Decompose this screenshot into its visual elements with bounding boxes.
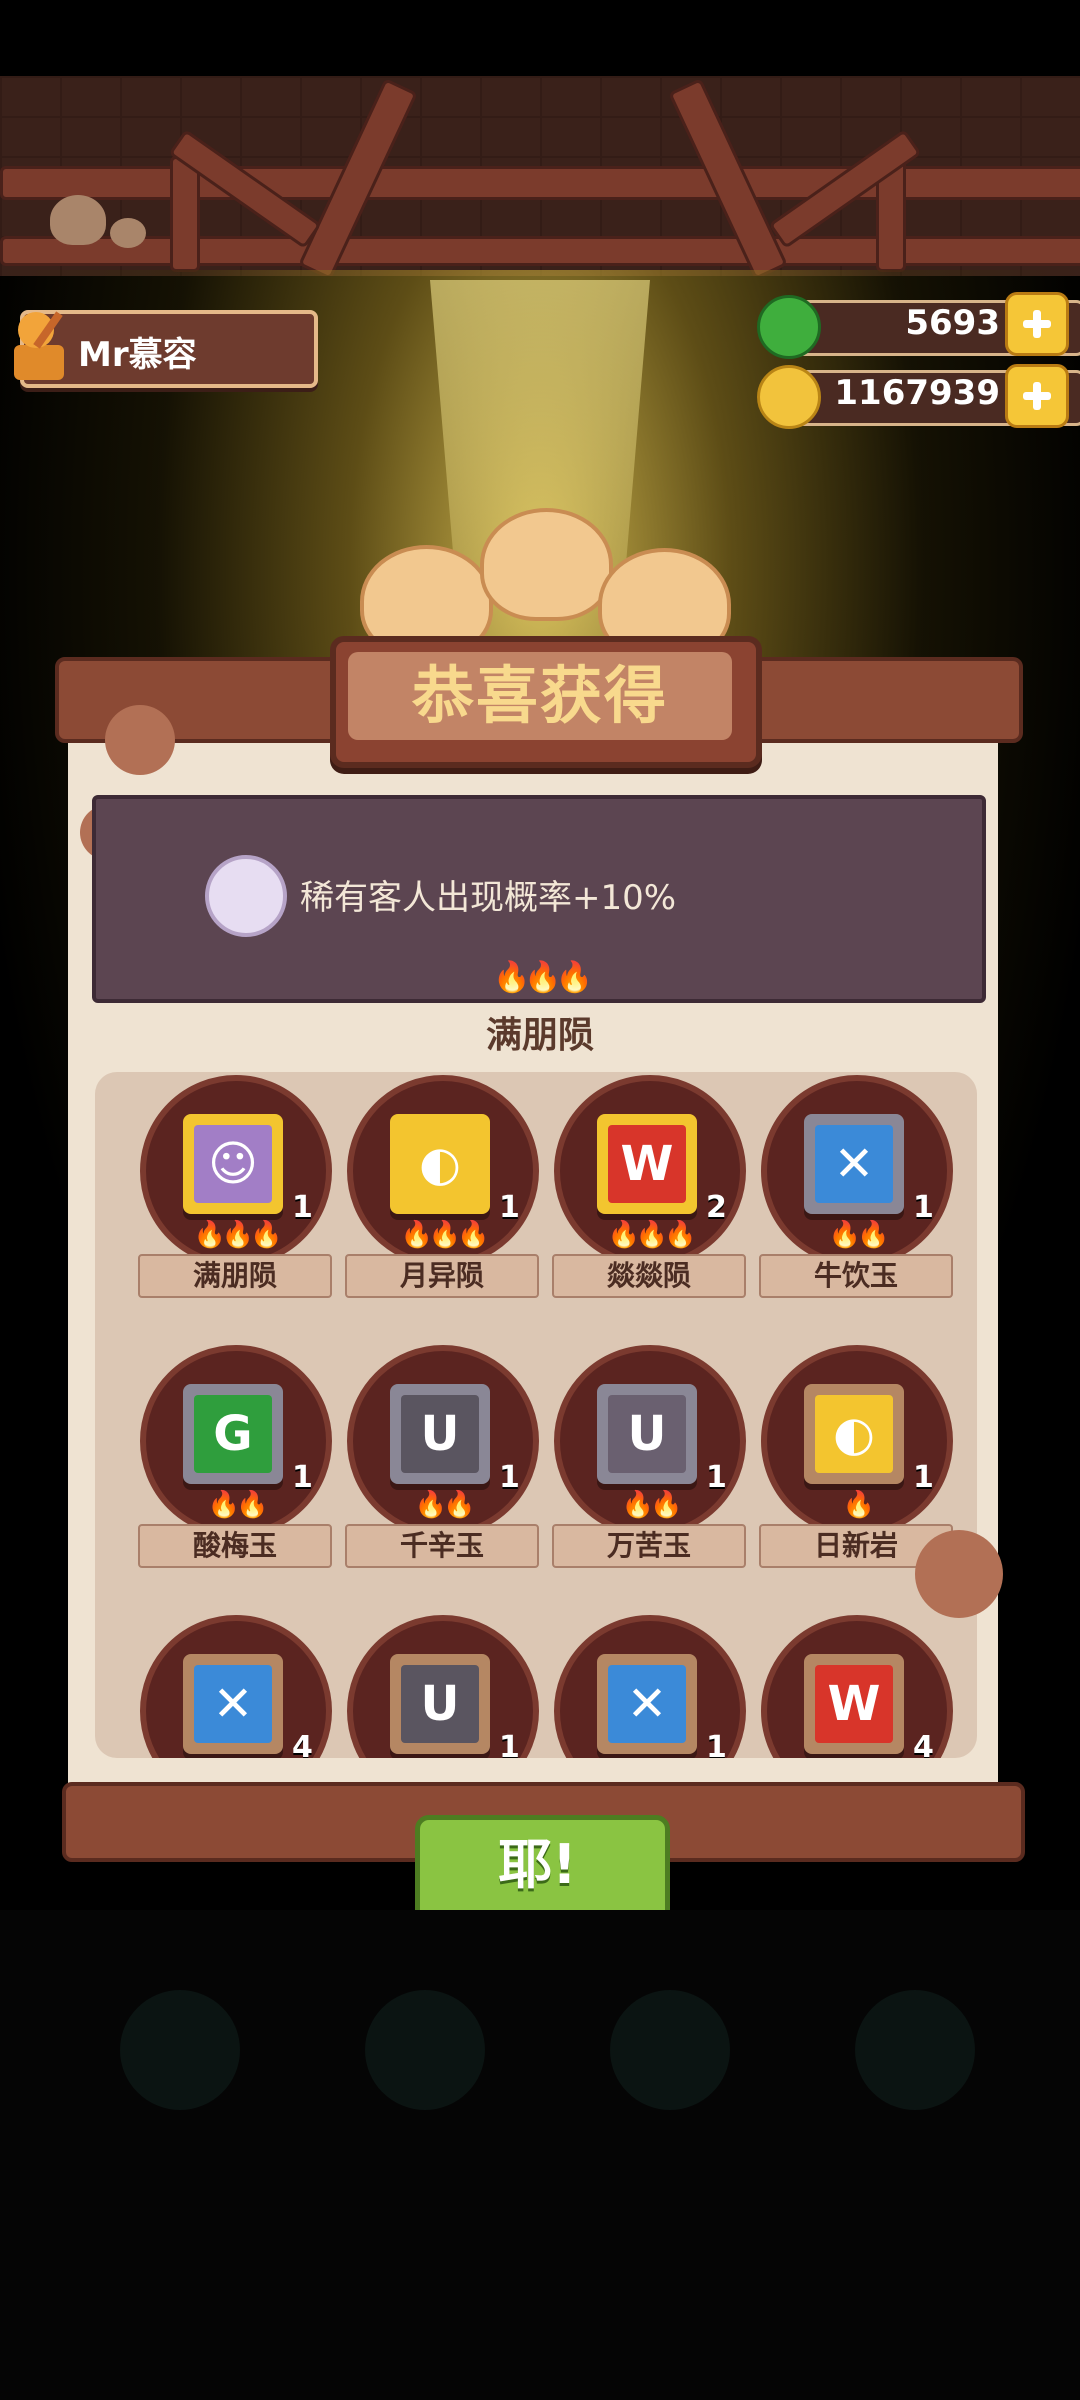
- item-rarity-fires: 🔥🔥: [207, 1490, 269, 1520]
- item-grid: ☺ 1 🔥🔥🔥 满朋陨 ◐ 1 🔥🔥🔥 月异陨 W 2 🔥🔥🔥 燚燚陨 ✕ 1 🔥🔥 牛饮玉 G 1 🔥🔥 酸梅玉 U 1…: [95, 1072, 977, 1758]
- reward-item[interactable]: W 2 🔥🔥🔥 燚燚陨: [552, 1072, 754, 1312]
- item-tile-icon: U: [390, 1384, 490, 1484]
- item-count: 4: [292, 1730, 313, 1758]
- bonus-text: 稀有客人出现概率+10%: [300, 878, 677, 918]
- item-tile-icon: ◐: [390, 1114, 490, 1214]
- dimmed-background: [0, 1910, 1080, 2400]
- item-tile-icon: ◐: [804, 1384, 904, 1484]
- item-rarity-fires: 🔥🔥🔥: [193, 1220, 282, 1250]
- reward-item[interactable]: ✕ 1: [554, 1612, 754, 1758]
- plus-icon: [1023, 310, 1051, 338]
- item-tile-icon: U: [390, 1654, 490, 1754]
- add-coins-button[interactable]: [1005, 364, 1069, 428]
- trophy-icon: [14, 311, 64, 380]
- reward-item[interactable]: ◐ 1 🔥🔥🔥 月异陨: [345, 1072, 547, 1312]
- item-glyph-icon: G: [194, 1395, 272, 1473]
- item-name: 万苦玉: [552, 1524, 746, 1568]
- item-tile-icon: W: [804, 1654, 904, 1754]
- item-name: 酸梅玉: [138, 1524, 332, 1568]
- item-glyph-icon: W: [815, 1665, 893, 1743]
- item-glyph-icon: ◐: [401, 1125, 479, 1203]
- chicken-decoration: [50, 195, 106, 245]
- item-name: 月异陨: [345, 1254, 539, 1298]
- item-glyph-icon: ☺: [194, 1125, 272, 1203]
- reward-item[interactable]: ✕ 1 🔥🔥 牛饮玉: [759, 1072, 961, 1312]
- item-glyph-icon: U: [608, 1395, 686, 1473]
- item-name: 牛饮玉: [759, 1254, 953, 1298]
- flower-decoration: [915, 1530, 1003, 1618]
- item-rarity-fires: 🔥🔥: [414, 1490, 476, 1520]
- chick-decoration: [110, 218, 146, 248]
- item-count: 1: [499, 1730, 520, 1758]
- item-tile-icon: W: [597, 1114, 697, 1214]
- item-count: 1: [706, 1730, 727, 1758]
- item-glyph-icon: U: [401, 1665, 479, 1743]
- item-tile-icon: U: [597, 1384, 697, 1484]
- reward-item[interactable]: W4: [761, 1612, 961, 1758]
- item-rarity-fires: 🔥🔥: [621, 1490, 683, 1520]
- item-tile-icon: ☺: [183, 1114, 283, 1214]
- bun-mascot-center: [480, 508, 613, 621]
- plus-icon: [1023, 382, 1051, 410]
- item-name: 千辛玉: [345, 1524, 539, 1568]
- reward-item[interactable]: U 1 🔥🔥 千辛玉: [345, 1342, 547, 1582]
- item-rarity-fires: 🔥: [842, 1490, 875, 1520]
- item-tile-icon: ✕: [804, 1114, 904, 1214]
- guest-avatar: [205, 855, 287, 937]
- item-glyph-icon: U: [401, 1395, 479, 1473]
- jade-value: 5693: [905, 303, 1000, 343]
- reward-item[interactable]: U 1 🔥🔥 万苦玉: [552, 1342, 754, 1582]
- confirm-label[interactable]: 耶!: [415, 1815, 660, 1915]
- item-glyph-icon: W: [608, 1125, 686, 1203]
- reward-item[interactable]: ☺ 1 🔥🔥🔥 满朋陨: [138, 1072, 340, 1312]
- item-name: 燚燚陨: [552, 1254, 746, 1298]
- reward-item[interactable]: U1: [347, 1612, 547, 1758]
- item-rarity-fires: 🔥🔥🔥: [400, 1220, 489, 1250]
- ceiling-beams: [0, 76, 1080, 276]
- item-glyph-icon: ✕: [815, 1125, 893, 1203]
- item-glyph-icon: ✕: [194, 1665, 272, 1743]
- player-name: Mr慕容: [78, 335, 197, 375]
- item-tile-icon: ✕: [597, 1654, 697, 1754]
- set-stars: 🔥🔥🔥: [492, 960, 593, 995]
- item-glyph-icon: ✕: [608, 1665, 686, 1743]
- item-name: 满朋陨: [138, 1254, 332, 1298]
- item-tile-icon: ✕: [183, 1654, 283, 1754]
- coin-value: 1167939: [834, 373, 1000, 413]
- item-rarity-fires: 🔥🔥🔥: [607, 1220, 696, 1250]
- reward-item[interactable]: ✕ 4: [140, 1612, 340, 1758]
- item-count: 4: [913, 1730, 934, 1758]
- reward-title: 恭喜获得: [411, 659, 668, 732]
- reward-item[interactable]: G 1 🔥🔥 酸梅玉: [138, 1342, 340, 1582]
- add-jade-button[interactable]: [1005, 292, 1069, 356]
- item-glyph-icon: ◐: [815, 1395, 893, 1473]
- set-name: 满朋陨: [485, 1015, 594, 1056]
- item-tile-icon: G: [183, 1384, 283, 1484]
- flower-decoration: [105, 705, 175, 775]
- item-rarity-fires: 🔥🔥: [828, 1220, 890, 1250]
